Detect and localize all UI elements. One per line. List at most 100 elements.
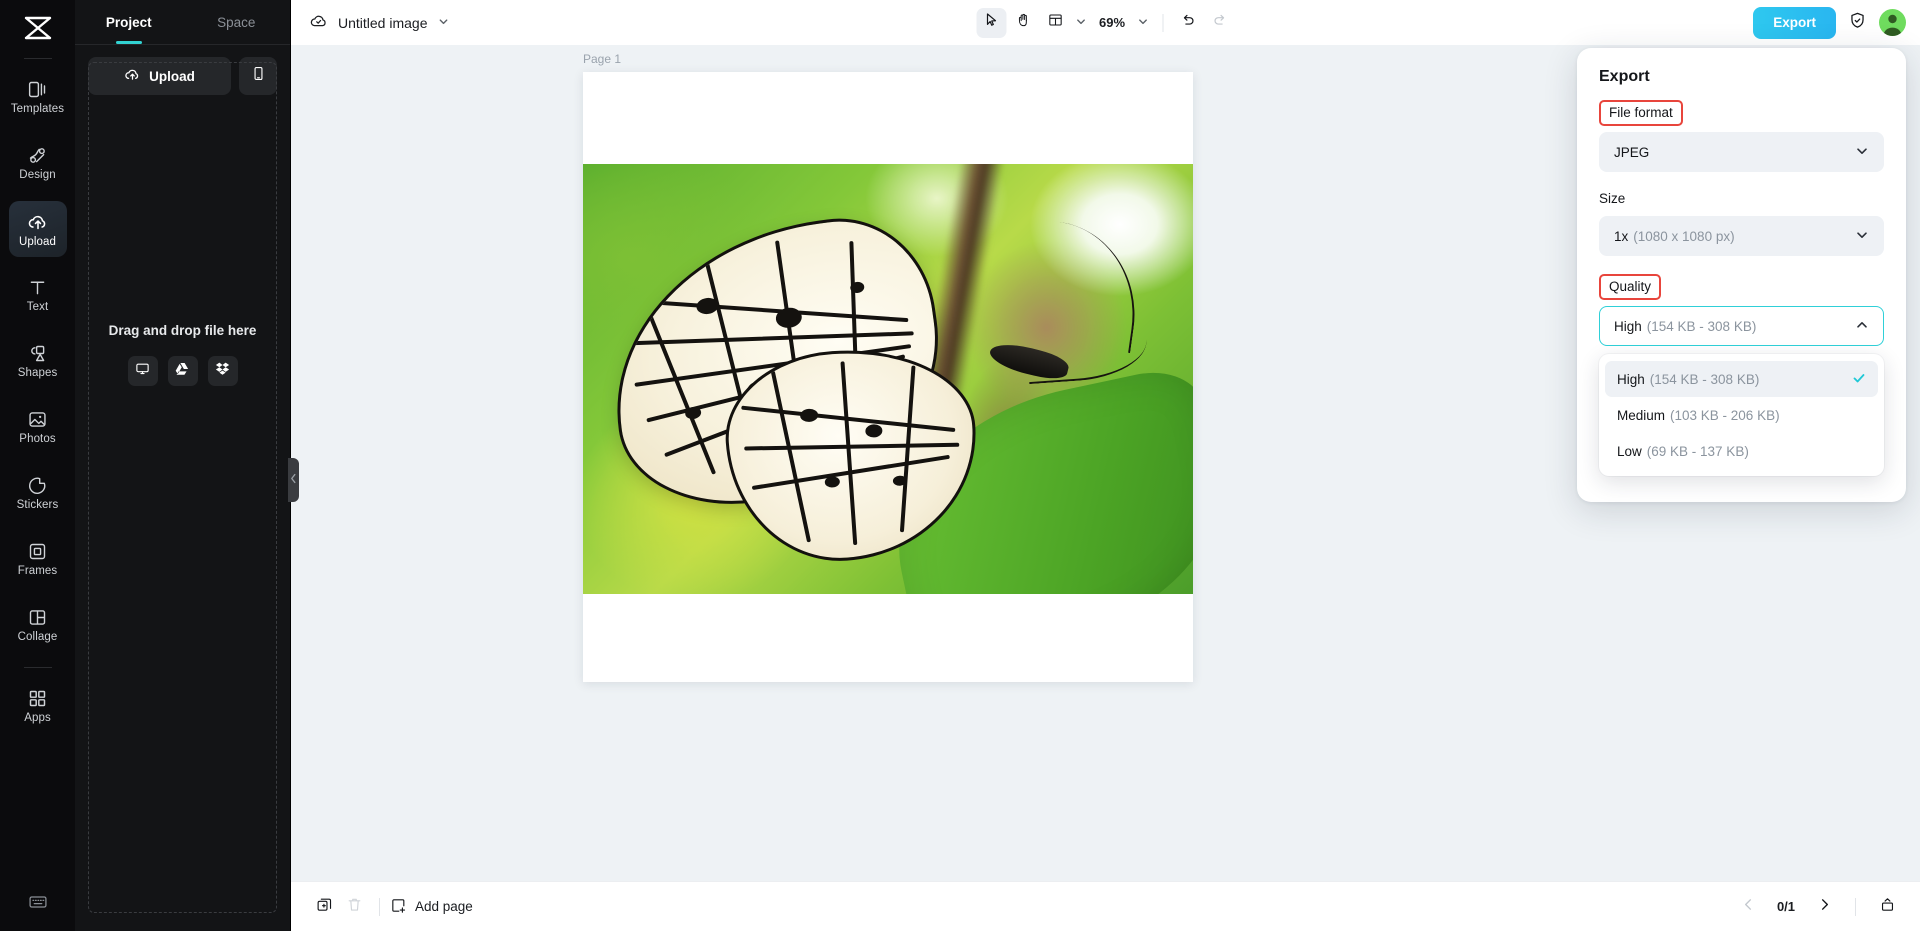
size-label-wrap: Size xyxy=(1599,190,1884,214)
main-area: Untitled image xyxy=(291,0,1920,931)
toolbar-tools: 69% xyxy=(976,8,1235,38)
quality-select[interactable]: High (154 KB - 308 KB) xyxy=(1599,306,1884,346)
sidebar-item-upload[interactable]: Upload xyxy=(9,201,67,257)
capcut-logo[interactable] xyxy=(15,8,61,48)
quality-option-high[interactable]: High (154 KB - 308 KB) xyxy=(1605,361,1878,397)
layout-panel-icon xyxy=(1047,12,1063,33)
keyboard-shortcuts-icon xyxy=(28,892,48,917)
butterfly-hindwing xyxy=(720,342,984,569)
layout-tool-button[interactable] xyxy=(1040,8,1070,38)
shield-check-icon[interactable] xyxy=(1848,11,1867,35)
zoom-dropdown-caret[interactable] xyxy=(1134,9,1152,37)
sidebar-item-text[interactable]: Text xyxy=(9,267,67,323)
export-panel-title: Export xyxy=(1599,68,1884,86)
sidebar-item-label: Apps xyxy=(24,712,51,724)
sidebar-item-photos[interactable]: Photos xyxy=(9,399,67,455)
prev-page-button[interactable] xyxy=(1733,892,1763,922)
sidebar-item-templates[interactable]: Templates xyxy=(9,69,67,125)
sidebar-item-label: Collage xyxy=(18,631,58,643)
hand-tool-button[interactable] xyxy=(1008,8,1038,38)
top-toolbar: Untitled image xyxy=(291,0,1920,45)
frames-icon xyxy=(27,541,48,562)
document-title-button[interactable]: Untitled image xyxy=(309,11,449,35)
quality-option-sub: (154 KB - 308 KB) xyxy=(1650,372,1760,387)
chevron-left-icon xyxy=(1741,897,1756,917)
bottom-toolbar: Add page 0/1 xyxy=(291,881,1920,931)
chevron-down-icon xyxy=(438,14,449,32)
collage-icon xyxy=(27,607,48,628)
tab-project[interactable]: Project xyxy=(75,0,183,44)
sidebar-item-design[interactable]: Design xyxy=(9,135,67,191)
pager-divider xyxy=(1855,898,1856,916)
next-page-button[interactable] xyxy=(1809,892,1839,922)
computer-icon xyxy=(135,361,150,381)
panel-tabs: Project Space xyxy=(75,0,290,44)
undo-button[interactable] xyxy=(1173,8,1203,38)
redo-button[interactable] xyxy=(1205,8,1235,38)
add-page-label: Add page xyxy=(415,899,473,914)
stickers-icon xyxy=(27,475,48,496)
page-indicator: 0/1 xyxy=(1769,899,1803,914)
google-drive-icon xyxy=(175,361,190,381)
panel-collapse-handle[interactable] xyxy=(288,458,299,502)
rail-divider-top xyxy=(24,58,52,59)
templates-icon xyxy=(27,79,48,100)
sidebar-item-apps[interactable]: Apps xyxy=(9,678,67,734)
quality-option-sub: (103 KB - 206 KB) xyxy=(1670,408,1780,423)
chevron-down-icon xyxy=(1855,144,1869,161)
delete-page-button[interactable] xyxy=(339,892,369,922)
keyboard-shortcuts-button[interactable] xyxy=(0,892,75,917)
butterfly-photo[interactable] xyxy=(583,164,1193,594)
icon-rail: Templates Design Upload xyxy=(0,0,75,931)
sidebar-item-stickers[interactable]: Stickers xyxy=(9,465,67,521)
photos-icon xyxy=(27,409,48,430)
duplicate-page-button[interactable] xyxy=(309,892,339,922)
add-page-button[interactable]: Add page xyxy=(390,897,473,917)
shapes-icon xyxy=(27,343,48,364)
text-icon xyxy=(27,277,48,298)
layout-dropdown-caret[interactable] xyxy=(1072,9,1090,37)
size-label: Size xyxy=(1599,191,1625,206)
tab-space[interactable]: Space xyxy=(183,0,291,44)
chevron-left-icon xyxy=(290,471,297,489)
user-avatar[interactable] xyxy=(1879,9,1906,36)
sidebar-item-collage[interactable]: Collage xyxy=(9,597,67,653)
toolbar-right: Export xyxy=(1753,7,1906,39)
export-button[interactable]: Export xyxy=(1753,7,1836,39)
app-root: Templates Design Upload xyxy=(0,0,1920,931)
export-panel: Export File format JPEG Size 1x (1080 x … xyxy=(1577,48,1906,502)
butterfly-illustration xyxy=(597,200,1117,570)
chevron-up-icon xyxy=(1855,318,1869,335)
page-label: Page 1 xyxy=(583,52,621,66)
canvas-page[interactable] xyxy=(583,72,1193,682)
sidebar-item-shapes[interactable]: Shapes xyxy=(9,333,67,389)
pager-controls: 0/1 xyxy=(1733,892,1902,922)
sidebar-item-label: Frames xyxy=(18,565,58,577)
chevron-down-icon xyxy=(1076,14,1087,32)
sidebar-item-frames[interactable]: Frames xyxy=(9,531,67,587)
dropzone-text: Drag and drop file here xyxy=(89,323,276,338)
undo-icon xyxy=(1180,12,1197,34)
file-format-select[interactable]: JPEG xyxy=(1599,132,1884,172)
present-button[interactable] xyxy=(1872,892,1902,922)
add-page-icon xyxy=(390,897,407,917)
sidebar-item-label: Shapes xyxy=(18,367,58,379)
zoom-level[interactable]: 69% xyxy=(1092,15,1132,30)
dropbox-source-button[interactable] xyxy=(208,356,238,386)
google-drive-source-button[interactable] xyxy=(168,356,198,386)
chevron-down-icon xyxy=(1138,14,1149,32)
quality-option-medium[interactable]: Medium (103 KB - 206 KB) xyxy=(1605,397,1878,433)
size-value: 1x xyxy=(1614,229,1628,244)
dropzone[interactable]: Drag and drop file here xyxy=(88,62,277,913)
design-icon xyxy=(27,145,48,166)
delete-page-icon xyxy=(346,896,363,918)
quality-value-sub: (154 KB - 308 KB) xyxy=(1647,319,1757,334)
quality-option-sub: (69 KB - 137 KB) xyxy=(1647,444,1749,459)
computer-source-button[interactable] xyxy=(128,356,158,386)
file-format-label-highlight: File format xyxy=(1599,100,1683,126)
select-tool-button[interactable] xyxy=(976,8,1006,38)
cursor-arrow-icon xyxy=(983,12,999,33)
size-value-sub: (1080 x 1080 px) xyxy=(1633,229,1734,244)
quality-option-low[interactable]: Low (69 KB - 137 KB) xyxy=(1605,433,1878,469)
size-select[interactable]: 1x (1080 x 1080 px) xyxy=(1599,216,1884,256)
